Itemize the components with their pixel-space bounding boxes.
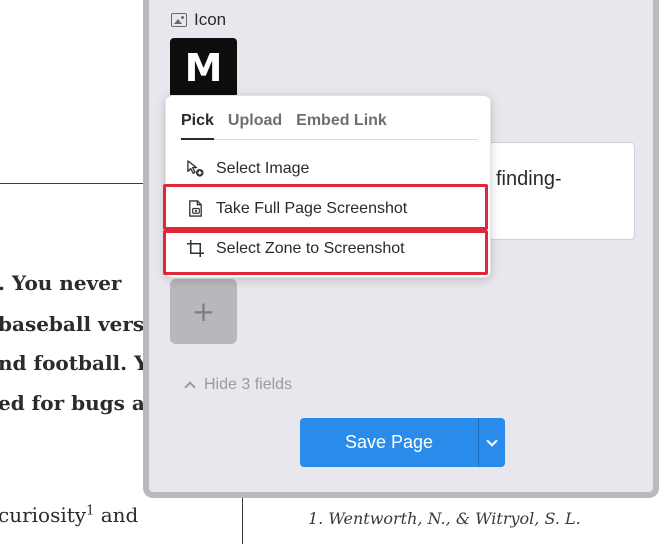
article-line: nd football. Yo xyxy=(0,351,160,375)
cursor-plus-icon xyxy=(187,160,204,177)
divider-line xyxy=(0,183,160,184)
tab-embed-link[interactable]: Embed Link xyxy=(296,112,387,139)
hide-fields-toggle[interactable]: Hide 3 fields xyxy=(184,376,293,394)
add-image-button[interactable]: + xyxy=(170,279,237,344)
footnote-text: 1. Wentworth, N., & Witryol, S. L. xyxy=(308,509,581,528)
chevron-down-icon xyxy=(486,434,498,447)
highlight-zone-screenshot xyxy=(163,230,488,275)
text-field[interactable]: finding- xyxy=(470,142,635,240)
column-divider xyxy=(242,490,243,544)
icon-field-label: Icon xyxy=(194,10,227,29)
chevron-up-icon xyxy=(184,381,196,393)
save-button-group: Save Page xyxy=(300,418,505,467)
site-icon-preview[interactable]: M xyxy=(170,38,237,98)
article-line-curiosity: curiosity1 and xyxy=(0,503,138,527)
popover-tabs: Pick Upload Embed Link xyxy=(181,112,478,140)
text-field-value: finding- xyxy=(496,168,562,190)
highlight-full-page-screenshot xyxy=(163,184,488,230)
curiosity-after: and xyxy=(94,503,139,527)
article-line: . You never xyxy=(0,271,122,295)
menu-item-label: Select Image xyxy=(216,159,310,177)
tab-pick[interactable]: Pick xyxy=(181,112,214,140)
image-icon xyxy=(171,13,187,27)
icon-field-label-row: Icon xyxy=(171,10,226,30)
save-page-button[interactable]: Save Page xyxy=(300,418,478,467)
menu-item-select-image[interactable]: Select Image xyxy=(186,159,309,178)
save-options-dropdown[interactable] xyxy=(478,418,505,467)
curiosity-word: curiosity xyxy=(0,503,87,527)
tab-upload[interactable]: Upload xyxy=(228,112,282,139)
hide-fields-label: Hide 3 fields xyxy=(204,376,293,393)
